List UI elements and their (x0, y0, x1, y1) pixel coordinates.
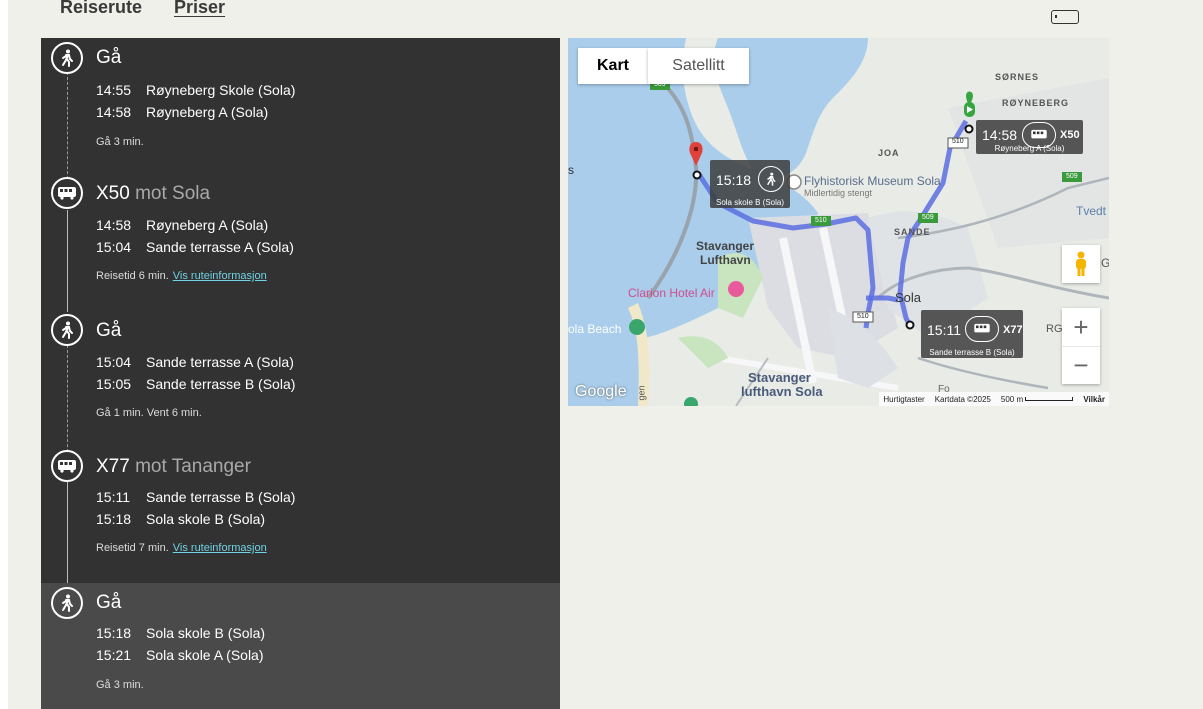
bus-icon (51, 177, 83, 209)
zoom-out-button[interactable]: − (1062, 347, 1100, 384)
stop-row: 15:21 Sola skole A (Sola) (96, 647, 264, 663)
road-number: 510 (815, 217, 827, 224)
leg-note: Gå 1 min. Vent 6 min. (96, 407, 202, 419)
route-map[interactable]: Kart Satellitt 509 510 509 509 510 510 S… (568, 38, 1109, 406)
leg-bus: X77 mot Tananger 15:11 Sande terrasse B (… (41, 446, 560, 583)
map-poi-label: Flyhistorisk Museum Sola (804, 174, 941, 188)
bubble-time: 15:18 (716, 172, 752, 188)
map-poi-sublabel: Midlertidig stengt (804, 188, 873, 198)
road-number: 509 (922, 214, 934, 221)
walk-icon (51, 587, 83, 619)
tab-priser[interactable]: Priser (174, 0, 225, 18)
map-place-label: Stavanger (748, 370, 811, 385)
map-bubble-mid[interactable]: 15:11 X77 Sande terrasse B (Sola) (921, 310, 1023, 358)
bubble-time: 15:11 (927, 322, 961, 338)
google-logo: Google (575, 383, 627, 400)
zoom-in-button[interactable]: + (1062, 309, 1100, 347)
keyboard-shortcuts-link[interactable]: Hurtigtaster (883, 395, 924, 404)
map-bubble-start[interactable]: 14:58 X50 Røyneberg A (Sola) (976, 120, 1083, 154)
road-number: 510 (952, 138, 964, 145)
road-number: 510 (857, 313, 869, 320)
map-place-label: Tvedt (1076, 204, 1107, 218)
map-place-label: SØRNES (995, 72, 1040, 82)
leg-note: Gå 3 min. (96, 136, 144, 148)
stop-row: 14:55 Røyneberg Skole (Sola) (96, 82, 296, 98)
map-place-label: JOA (878, 148, 900, 158)
terms-link[interactable]: Vilkår (1083, 395, 1105, 404)
leg-note: Gå 3 min. (96, 679, 144, 691)
stop-row: 14:58 Røyneberg A (Sola) (96, 217, 269, 233)
map-place-label: G (1101, 256, 1109, 270)
bubble-route: X77 (1003, 324, 1023, 336)
leg-title: Gå (96, 592, 122, 613)
bubble-stop: Sola skole B (Sola) (715, 198, 785, 207)
map-place-label: Lufthavn (700, 253, 751, 267)
leg-walk: Gå 14:55 Røyneberg Skole (Sola) 14:58 Røyn… (41, 38, 560, 173)
map-poi-label: Clarion Hotel Air (628, 286, 715, 300)
map-place-label: SANDE (894, 227, 931, 237)
leg-title: Gå (96, 47, 122, 68)
street-view-pegman-icon[interactable] (1062, 245, 1100, 283)
leg-title: Gå (96, 320, 122, 341)
route-info-link[interactable]: Vis ruteinformasjon (173, 270, 267, 282)
map-data-credit: Kartdata ©2025 (934, 394, 991, 404)
map-canvas (568, 38, 1109, 406)
walk-icon (51, 42, 83, 74)
stop-row: 15:05 Sande terrasse B (Sola) (96, 376, 296, 392)
leg-walk-selected[interactable]: Gå 15:18 Sola skole B (Sola) 15:21 Sola sk… (41, 583, 560, 709)
leg-bus: X50 mot Sola 14:58 Røyneberg A (Sola) 15:… (41, 173, 560, 310)
itinerary-panel: Gå 14:55 Røyneberg Skole (Sola) 14:58 Røyn… (41, 38, 560, 709)
map-place-label: gen (636, 385, 647, 401)
zoom-control: + − (1062, 308, 1100, 384)
route-info-link[interactable]: Vis ruteinformasjon (173, 542, 267, 554)
bus-icon (51, 450, 83, 482)
map-place-label: RØYNEBERG (1002, 98, 1070, 108)
map-attribution: Hurtigtaster Kartdata ©2025 500 m Vilkår (879, 392, 1109, 406)
bubble-stop: Sande terrasse B (Sola) (929, 348, 1015, 357)
map-type-map-button[interactable]: Kart (578, 48, 648, 84)
bubble-route: X50 (1060, 129, 1080, 141)
road-number: 509 (1066, 173, 1078, 180)
leg-title: X77 mot Tananger (96, 456, 251, 477)
map-bubble-end[interactable]: 15:18 Sola skole B (Sola) (710, 160, 790, 208)
stop-row: 15:04 Sande terrasse A (Sola) (96, 239, 294, 255)
bubble-stop: Røyneberg A (Sola) (994, 144, 1065, 153)
map-place-label: Sola (895, 290, 922, 305)
tab-reiserute[interactable]: Reiserute (60, 0, 142, 18)
stop-row: 15:18 Sola skole B (Sola) (96, 625, 266, 641)
bubble-time: 14:58 (982, 127, 1018, 143)
stop-row: 15:18 Sola skole B (Sola) (96, 511, 266, 527)
road-number: 509 (654, 81, 666, 88)
map-place-label: RG (1046, 323, 1063, 335)
walk-icon (758, 166, 784, 192)
leg-note: Reisetid 7 min. Vis ruteinformasjon (96, 542, 267, 554)
stop-row: 14:58 Røyneberg A (Sola) (96, 104, 269, 120)
stop-row: 15:04 Sande terrasse A (Sola) (96, 354, 294, 370)
walk-icon (51, 314, 83, 346)
map-place-label: Stavanger (696, 239, 755, 253)
device-icon[interactable] (1051, 10, 1079, 24)
leg-walk: Gå 15:04 Sande terrasse A (Sola) 15:05 San… (41, 310, 560, 446)
leg-title: X50 mot Sola (96, 183, 211, 204)
scale-label: 500 m (1001, 395, 1074, 404)
scale-bar (1025, 397, 1074, 402)
bus-icon (965, 316, 999, 342)
map-place-label: lufthavn Sola (741, 384, 823, 399)
map-type-satellite-button[interactable]: Satellitt (648, 48, 749, 84)
leg-note: Reisetid 6 min. Vis ruteinformasjon (96, 270, 267, 282)
map-poi-label: ola Beach (568, 322, 622, 336)
page: Reiserute Priser Gå 14:55 Røyneberg Skole… (8, 0, 1203, 709)
stop-row: 15:11 Sande terrasse B (Sola) (96, 489, 296, 505)
map-place-label: s (568, 163, 574, 177)
